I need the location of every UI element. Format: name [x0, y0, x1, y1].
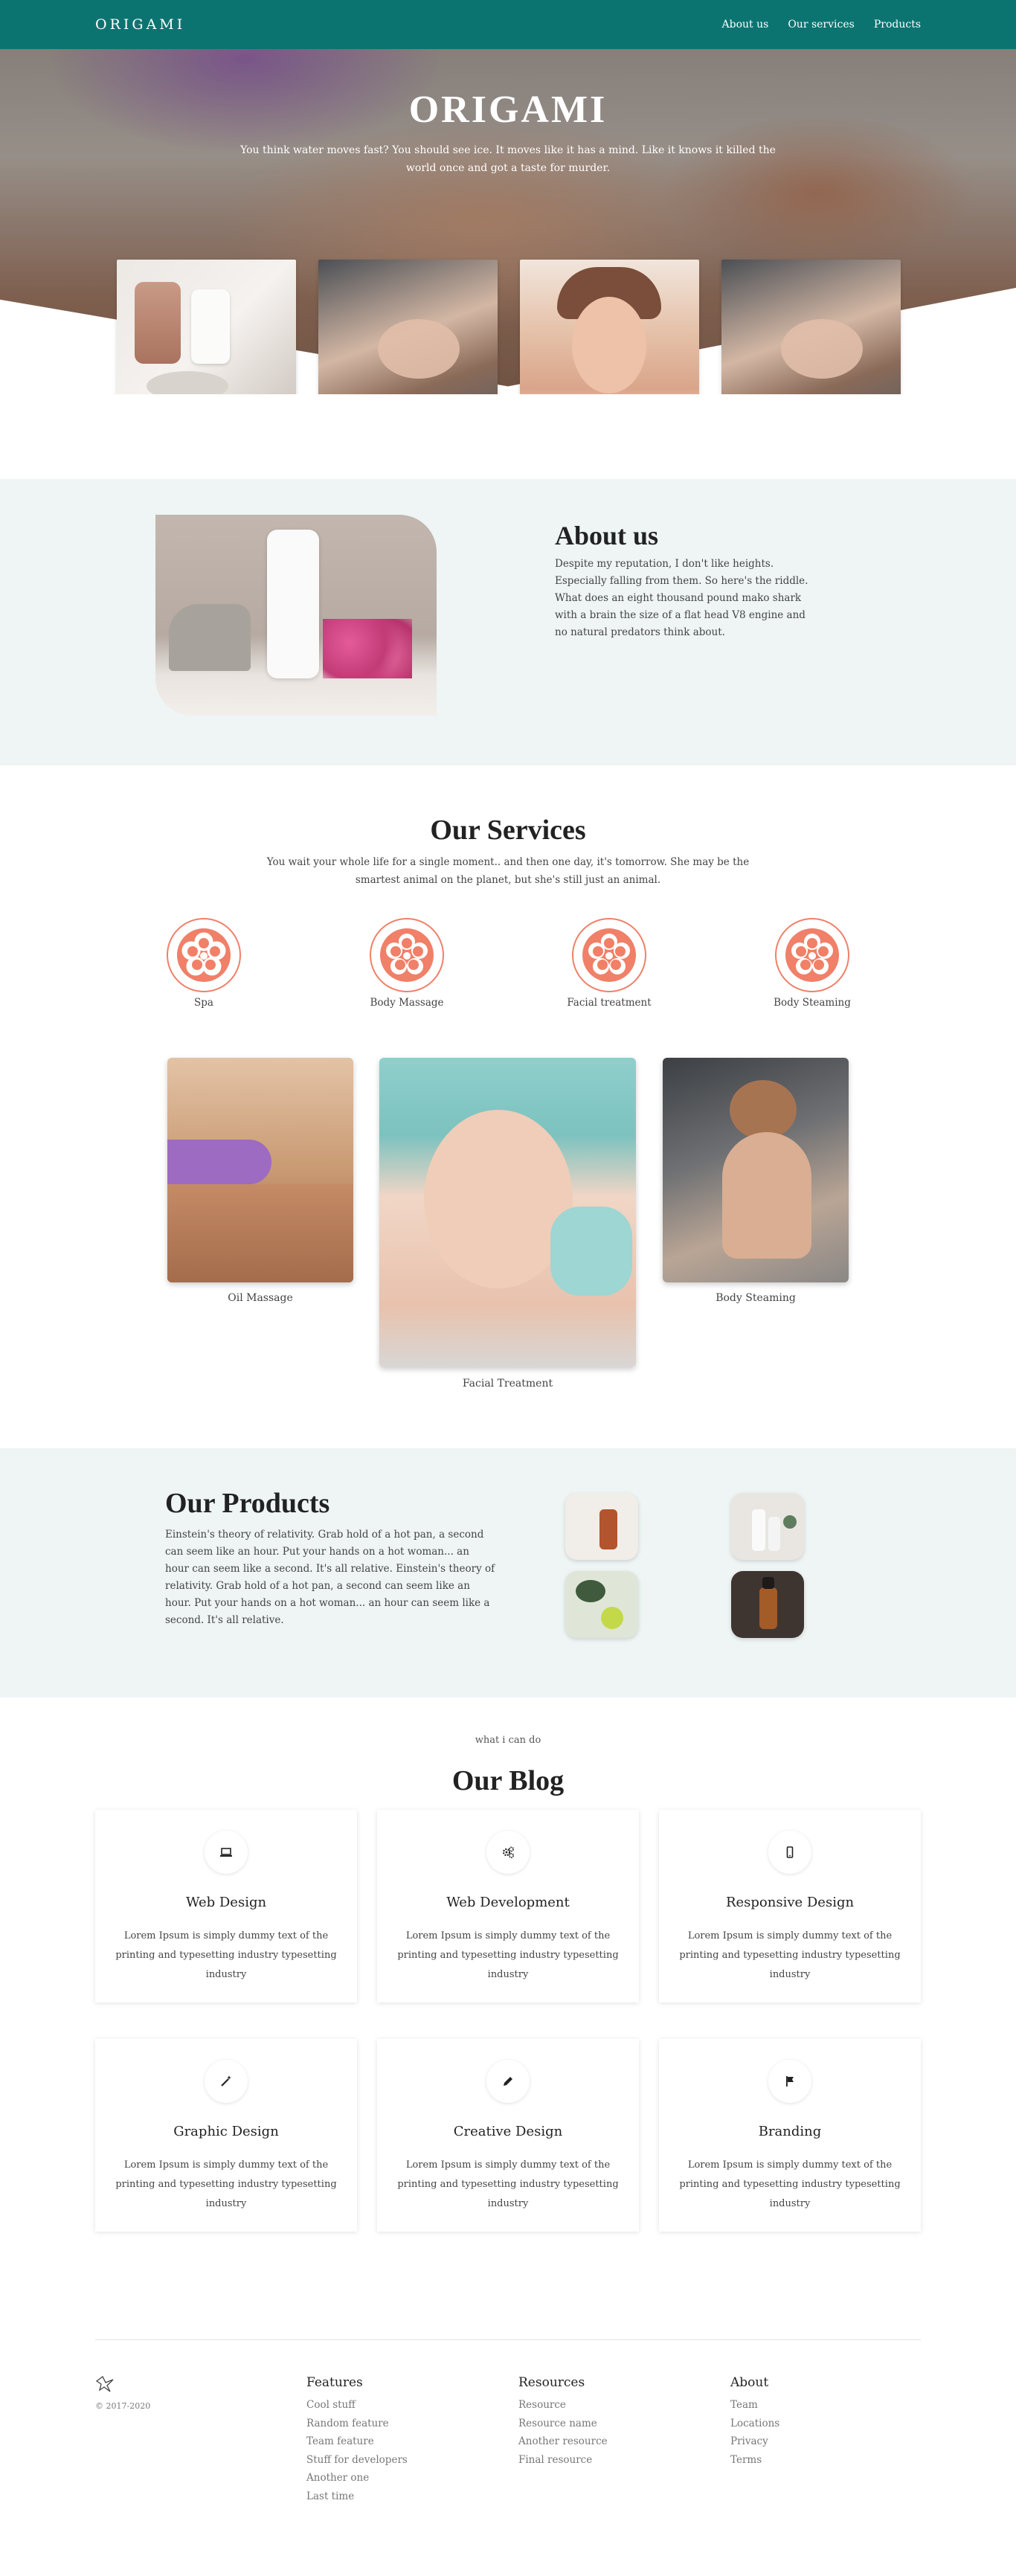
- blog-card-title: Web Design: [185, 1895, 267, 1910]
- blog-card-text: Lorem Ipsum is simply dummy text of the …: [397, 2159, 619, 2209]
- flag-icon: [768, 2060, 811, 2103]
- service-label: Body Steaming: [774, 997, 851, 1009]
- hero-gallery-image-products: [117, 260, 296, 394]
- oil-massage-photo[interactable]: [167, 1058, 353, 1282]
- hero-title: ORIGAMI: [408, 89, 608, 131]
- blog-card-web-design[interactable]: Web Design Lorem Ipsum is simply dummy t…: [95, 1810, 357, 2002]
- flower-icon: [572, 918, 646, 992]
- blog-card-creative-design[interactable]: Creative Design Lorem Ipsum is simply du…: [377, 2039, 639, 2232]
- footer: © 2017-2020 Features Cool stuff Random f…: [0, 2339, 1016, 2576]
- hero-gallery-image-facial: [318, 260, 498, 394]
- oil-massage-caption: Oil Massage: [228, 1292, 293, 1304]
- about-image: [155, 515, 437, 716]
- origami-bird-icon[interactable]: [95, 2374, 115, 2396]
- blog-card-title: Graphic Design: [173, 2124, 279, 2139]
- blog-kicker: what i can do: [475, 1735, 541, 1746]
- footer-link[interactable]: Locations: [730, 2415, 779, 2433]
- products-text: Einstein's theory of relativity. Grab ho…: [165, 1529, 495, 1626]
- body-steaming-caption: Body Steaming: [716, 1292, 796, 1304]
- footer-link[interactable]: Another resource: [518, 2432, 608, 2451]
- footer-link[interactable]: Team: [730, 2396, 779, 2415]
- blog-card-branding[interactable]: Branding Lorem Ipsum is simply dummy tex…: [659, 2039, 921, 2232]
- product-thumb-dropper[interactable]: [731, 1571, 804, 1638]
- footer-link[interactable]: Cool stuff: [306, 2396, 408, 2415]
- blog-card-title: Web Development: [446, 1895, 570, 1910]
- products-title: Our Products: [165, 1488, 330, 1519]
- product-thumb-serum[interactable]: [565, 1493, 638, 1560]
- facial-treatment-caption: Facial Treatment: [462, 1378, 553, 1390]
- footer-column-title: About: [730, 2375, 769, 2390]
- about-section: About us Despite my reputation, I don't …: [0, 479, 1016, 765]
- blog-title: Our Blog: [451, 1765, 565, 1796]
- services-subtitle: You wait your whole life for a single mo…: [266, 856, 750, 886]
- footer-column-title: Resources: [518, 2375, 585, 2390]
- footer-column-resources: Resources Resource Resource name Another…: [518, 2375, 608, 2469]
- flower-icon: [167, 918, 241, 992]
- blog-card-text: Lorem Ipsum is simply dummy text of the …: [115, 1930, 337, 1980]
- top-navbar: ORIGAMI About us Our services Products: [0, 0, 1016, 49]
- blog-card-text: Lorem Ipsum is simply dummy text of the …: [115, 2159, 337, 2209]
- laptop-icon: [205, 1831, 248, 1874]
- pencil-icon: [486, 2060, 530, 2103]
- magic-wand-icon: [205, 2060, 248, 2103]
- service-label: Facial treatment: [567, 997, 652, 1009]
- footer-column-features: Features Cool stuff Random feature Team …: [306, 2375, 408, 2505]
- hero-gallery-image-smile: [520, 260, 699, 394]
- blog-card-title: Responsive Design: [725, 1895, 855, 1910]
- footer-divider: [95, 2339, 921, 2340]
- hero-section: ORIGAMI You think water moves fast? You …: [0, 0, 1016, 394]
- nav-link-about[interactable]: About us: [722, 19, 769, 30]
- blog-card-text: Lorem Ipsum is simply dummy text of the …: [679, 2159, 901, 2209]
- footer-link[interactable]: Privacy: [730, 2432, 779, 2451]
- products-section: Our Products Einstein's theory of relati…: [0, 1448, 1016, 1697]
- footer-column-title: Features: [306, 2375, 363, 2390]
- footer-copyright: © 2017-2020: [95, 2401, 151, 2411]
- brand-logo[interactable]: ORIGAMI: [95, 16, 185, 33]
- flower-icon: [370, 918, 444, 992]
- services-section: Our Services You wait your whole life fo…: [0, 765, 1016, 1448]
- footer-link[interactable]: Team feature: [306, 2432, 408, 2451]
- service-body-steaming[interactable]: Body Steaming: [760, 918, 864, 1009]
- facial-treatment-photo[interactable]: [379, 1058, 636, 1367]
- footer-link[interactable]: Another one: [306, 2469, 408, 2487]
- hero-gallery: [117, 260, 901, 394]
- flower-icon: [775, 918, 849, 992]
- footer-link[interactable]: Resource name: [518, 2415, 608, 2433]
- services-title: Our Services: [430, 815, 586, 846]
- footer-link[interactable]: Stuff for developers: [306, 2451, 408, 2470]
- service-label: Body Massage: [370, 997, 444, 1009]
- nav-link-services[interactable]: Our services: [788, 19, 855, 30]
- footer-link[interactable]: Resource: [518, 2396, 608, 2415]
- nav-link-products[interactable]: Products: [874, 19, 921, 30]
- product-thumb-bottles[interactable]: [731, 1493, 804, 1560]
- service-label: Spa: [194, 997, 213, 1009]
- footer-link[interactable]: Random feature: [306, 2415, 408, 2433]
- product-thumb-citrus[interactable]: [565, 1571, 638, 1638]
- blog-card-web-development[interactable]: Web Development Lorem Ipsum is simply du…: [377, 1810, 639, 2002]
- blog-card-text: Lorem Ipsum is simply dummy text of the …: [397, 1930, 619, 1980]
- nav-links: About us Our services Products: [722, 19, 921, 30]
- blog-card-title: Branding: [758, 2124, 822, 2139]
- service-body-massage[interactable]: Body Massage: [355, 918, 459, 1009]
- blog-card-title: Creative Design: [453, 2124, 563, 2139]
- hero-subtitle: You think water moves fast? You should s…: [240, 144, 776, 174]
- mobile-icon: [768, 1831, 811, 1874]
- footer-link[interactable]: Last time: [306, 2487, 408, 2506]
- blog-card-text: Lorem Ipsum is simply dummy text of the …: [679, 1930, 901, 1980]
- footer-link[interactable]: Terms: [730, 2451, 779, 2470]
- about-text: Despite my reputation, I don't like heig…: [555, 558, 808, 638]
- footer-column-about: About Team Locations Privacy Terms: [730, 2375, 779, 2469]
- blog-section: what i can do Our Blog Web Design Lorem …: [0, 1697, 1016, 2339]
- gears-icon: [486, 1831, 530, 1874]
- footer-link[interactable]: Final resource: [518, 2451, 608, 2470]
- service-spa[interactable]: Spa: [152, 918, 256, 1009]
- hero-gallery-image-facial-2: [721, 260, 901, 394]
- body-steaming-photo[interactable]: [663, 1058, 849, 1282]
- about-title: About us: [555, 521, 659, 550]
- blog-card-graphic-design[interactable]: Graphic Design Lorem Ipsum is simply dum…: [95, 2039, 357, 2232]
- service-facial-treatment[interactable]: Facial treatment: [557, 918, 661, 1009]
- blog-card-responsive-design[interactable]: Responsive Design Lorem Ipsum is simply …: [659, 1810, 921, 2002]
